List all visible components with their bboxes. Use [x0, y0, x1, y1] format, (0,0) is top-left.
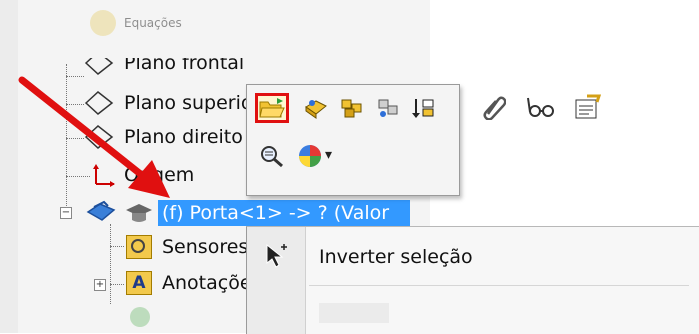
properties-icon	[575, 94, 601, 119]
glasses-icon	[527, 97, 554, 117]
tree-line	[66, 138, 84, 139]
paperclip-button[interactable]	[476, 92, 510, 122]
component-icon	[378, 99, 398, 117]
tree-item-label: Plano frontal	[124, 58, 245, 74]
tree-item-label: Equações	[124, 16, 182, 30]
part-icon	[305, 100, 327, 119]
panel-edge	[0, 0, 18, 333]
paperclip-icon	[483, 96, 506, 120]
sort-button[interactable]	[407, 93, 441, 123]
open-folder-icon	[259, 98, 285, 118]
equations-icon	[90, 10, 116, 36]
properties-button[interactable]	[570, 92, 604, 122]
part-button[interactable]	[299, 93, 333, 123]
open-part-button[interactable]	[255, 93, 289, 123]
tree-item-anotacoes[interactable]: A Anotações	[126, 270, 261, 296]
expand-toggle[interactable]: +	[94, 279, 106, 291]
component-button[interactable]	[371, 93, 405, 123]
plane-icon	[84, 125, 114, 149]
appearance-button[interactable]	[293, 141, 327, 171]
tree-item-plano-direito[interactable]: Plano direito	[84, 124, 246, 152]
sort-icon	[412, 99, 434, 118]
graduation-cap-icon	[126, 204, 152, 222]
cursor-icon	[266, 243, 287, 268]
faded-menu-item	[319, 303, 389, 323]
zoom-button[interactable]	[255, 141, 289, 171]
annotation-icon: A	[126, 271, 152, 295]
tree-item-label: Plano direito	[124, 126, 243, 148]
tree-item-sensores[interactable]: Sensores	[126, 234, 248, 260]
collapse-toggle[interactable]: −	[60, 207, 72, 219]
menu-item-invert-selection[interactable]: Inverter seleção	[247, 237, 699, 277]
chevron-down-icon[interactable]: ▾	[325, 147, 332, 163]
tree-item-label: Sensores	[162, 236, 249, 258]
glasses-button[interactable]	[524, 92, 558, 122]
zoom-icon	[261, 146, 283, 168]
assembly-icon	[341, 99, 362, 118]
assembly-icon	[86, 200, 116, 221]
appearance-icon	[299, 145, 321, 167]
menu-item-label: Inverter seleção	[319, 246, 473, 268]
context-toolbar: ▾	[246, 84, 460, 196]
tree-item-equations[interactable]: Equações	[90, 10, 182, 36]
tree-line	[110, 246, 124, 247]
assembly-button[interactable]	[335, 93, 369, 123]
plane-icon	[84, 91, 114, 115]
tree-item-origem[interactable]: Origem	[90, 162, 194, 188]
tree-line	[110, 284, 124, 285]
tree-item-plano-frontal[interactable]: Plano frontal	[84, 58, 246, 78]
tree-item-plano-superior[interactable]: Plano superior	[84, 90, 246, 118]
tree-line	[66, 176, 90, 177]
plane-icon	[84, 58, 114, 75]
origin-icon	[93, 164, 115, 187]
tree-item-faded	[130, 304, 150, 330]
tree-line	[66, 64, 67, 214]
context-menu: Inverter seleção	[246, 226, 699, 334]
tree-line	[66, 76, 84, 77]
menu-separator	[309, 285, 689, 286]
tree-item-label: Plano superior	[124, 92, 246, 114]
tree-line	[66, 104, 84, 105]
tree-item-label: Origem	[124, 164, 195, 186]
tree-item-porta-selected[interactable]: (f) Porta<1> -> ? (Valor	[158, 200, 410, 226]
sensor-icon	[126, 235, 152, 259]
tree-line	[110, 224, 111, 304]
tree-item-label: (f) Porta<1> -> ? (Valor	[162, 202, 390, 224]
